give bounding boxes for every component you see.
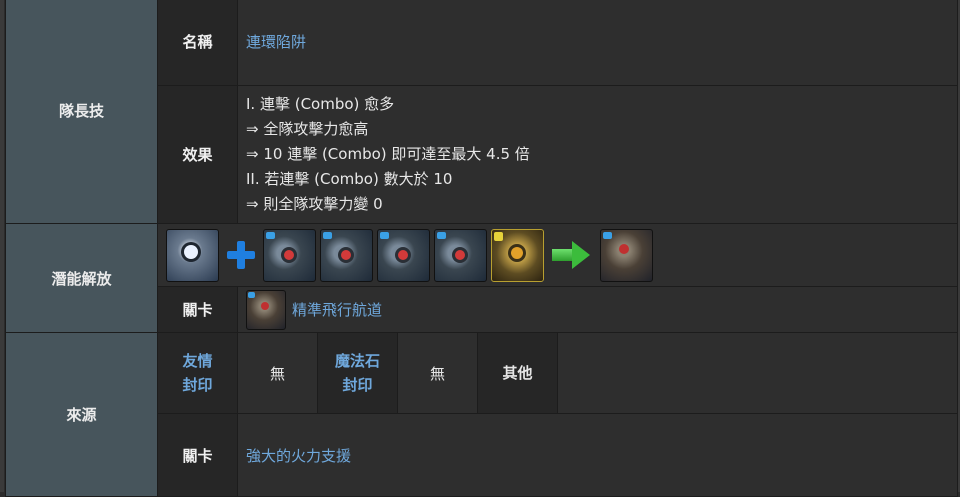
stage-value-cell: 精準飛行航道 [237, 286, 958, 333]
friend-seal-value: 無 [237, 332, 318, 414]
blue-robot-card-icon[interactable] [166, 228, 219, 282]
effect-label: 效果 [182, 146, 213, 164]
effect-line: ⇒ 10 連擊 (Combo) 即可達至最大 4.5 倍 [246, 145, 530, 163]
source-seal-row: 來源 友情 封印 無 魔法石 封印 無 其他 [5, 332, 958, 497]
name-value-cell: 連環陷阱 [237, 0, 958, 86]
stage-robot-icon[interactable] [246, 289, 286, 330]
plus-icon [225, 239, 257, 271]
friend-seal-label: 友情 [182, 352, 213, 370]
left-edge [0, 0, 4, 492]
stage-label-cell: 關卡 [157, 286, 238, 333]
name-label: 名稱 [182, 32, 213, 51]
effect-line: II. 若連擊 (Combo) 數大於 10 [246, 170, 453, 188]
stage-link[interactable]: 精準飛行航道 [292, 299, 382, 320]
red-eye-robot-card-icon[interactable] [377, 228, 430, 282]
stage-label: 關卡 [182, 301, 213, 319]
red-eye-robot-card-icon[interactable] [263, 228, 316, 282]
material-list [158, 225, 957, 285]
section-leader-skill: 隊長技 [5, 0, 158, 224]
section-title: 潛能解放 [51, 269, 112, 288]
source-stage-link[interactable]: 強大的火力支援 [246, 447, 351, 465]
materials-cell [157, 223, 958, 287]
section-title: 來源 [66, 406, 97, 424]
potential-materials-row: 潛能解放 [5, 223, 958, 333]
friend-seal-label-cell: 友情 封印 [157, 332, 238, 414]
leader-skill-name-row: 隊長技 名稱 連環陷阱 [5, 0, 958, 224]
section-title: 隊長技 [58, 101, 104, 120]
effect-line: ⇒ 則全隊攻擊力變 0 [246, 195, 383, 213]
source-stage-value-cell: 強大的火力支援 [237, 413, 958, 497]
card-info-table: 隊長技 名稱 連環陷阱 效果 I. 連擊 (Combo) 愈多 ⇒ 全隊攻擊力愈… [5, 0, 958, 497]
friend-seal-label: 封印 [182, 376, 213, 394]
source-stage-label: 關卡 [182, 446, 213, 465]
name-label-cell: 名稱 [157, 0, 238, 86]
red-eye-robot-card-icon[interactable] [320, 228, 373, 282]
gold-robot-card-icon[interactable] [491, 228, 544, 282]
other-value-cell [557, 332, 958, 414]
magic-seal-label: 封印 [342, 376, 373, 394]
section-source: 來源 [5, 332, 158, 497]
magic-seal-value: 無 [397, 332, 478, 414]
skill-name-link[interactable]: 連環陷阱 [246, 33, 306, 51]
other-label: 其他 [502, 364, 533, 382]
green-arrow-icon [552, 241, 592, 269]
page-frame: 隊長技 名稱 連環陷阱 效果 I. 連擊 (Combo) 愈多 ⇒ 全隊攻擊力愈… [0, 0, 960, 497]
red-eye-robot-card-icon[interactable] [434, 228, 487, 282]
other-label-cell: 其他 [477, 332, 558, 414]
effect-label-cell: 效果 [157, 85, 238, 224]
section-potential: 潛能解放 [5, 223, 158, 333]
source-stage-label-cell: 關卡 [157, 413, 238, 497]
effect-value-cell: I. 連擊 (Combo) 愈多 ⇒ 全隊攻擊力愈高 ⇒ 10 連擊 (Comb… [237, 85, 958, 224]
evolved-robot-card-icon[interactable] [600, 228, 653, 282]
magic-seal-label-cell: 魔法石 封印 [317, 332, 398, 414]
magic-seal-label: 魔法石 [334, 352, 380, 370]
effect-line: I. 連擊 (Combo) 愈多 [246, 95, 395, 113]
effect-line: ⇒ 全隊攻擊力愈高 [246, 120, 369, 138]
stage-entry: 精準飛行航道 [238, 287, 957, 332]
